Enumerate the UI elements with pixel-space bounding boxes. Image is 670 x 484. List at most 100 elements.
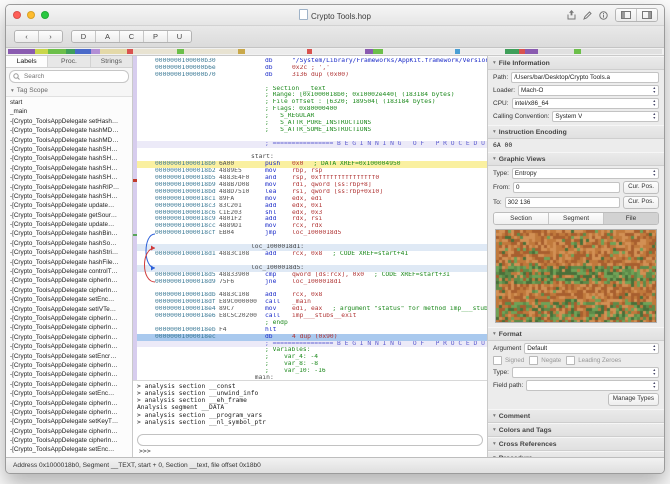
comment-header[interactable]: ▾ Comment	[488, 409, 664, 423]
disasm-line[interactable]: 00000001000018c383C201addedx, 0x1	[133, 203, 487, 210]
cpu-select[interactable]: intel/x86_64▲▼	[512, 98, 659, 109]
label-item[interactable]: -[Crypto_ToolsAppDelegate cipherIn…	[6, 361, 132, 370]
scope-segment-button[interactable]: Segment	[549, 213, 604, 224]
disasm-line[interactable]: loc_1000018d1:	[133, 244, 487, 251]
file-map-segment[interactable]	[574, 49, 581, 54]
file-map-segment[interactable]	[460, 49, 505, 54]
field-path-select[interactable]: ▲▼	[526, 380, 659, 391]
label-item[interactable]: -[Crypto_ToolsAppDelegate hashSH…	[6, 154, 132, 163]
disasm-line[interactable]: ; Range: [0x1000018b0; 0x10002e440[ (183…	[133, 92, 487, 99]
disasm-line[interactable]: start:	[133, 154, 487, 161]
zoom-window-button[interactable]	[41, 11, 49, 19]
file-map-segment[interactable]	[91, 49, 100, 54]
disasm-line[interactable]: ; endp	[133, 320, 487, 327]
disasm-line[interactable]: 0000000100000b6edb0x2c ; ','	[133, 65, 487, 72]
file-map-segment[interactable]	[365, 49, 372, 54]
disasm-line[interactable]: 00000001000018c6C1E203shledx, 0x3	[133, 210, 487, 217]
label-item[interactable]: -[Crypto_ToolsAppDelegate cipherIn…	[6, 380, 132, 389]
label-item[interactable]: -[Crypto_ToolsAppDelegate setEncr…	[6, 352, 132, 361]
disasm-line[interactable]: 00000001000018b24889E5movrbp, rsp	[133, 168, 487, 175]
disasm-line[interactable]: ; File offset : [6320; 189504[ (183184 b…	[133, 99, 487, 106]
label-item[interactable]: -[Crypto_ToolsAppDelegate cipherIn…	[6, 408, 132, 417]
disasm-line[interactable]: 00000001000018d14883C108addrcx, 0x8; COD…	[133, 251, 487, 258]
file-information-header[interactable]: ▾ File Information	[488, 56, 664, 70]
tab-procedures[interactable]: Proc.	[48, 56, 90, 67]
label-item[interactable]: -[Crypto_ToolsAppDelegate hashSH…	[6, 145, 132, 154]
label-item[interactable]: -[Crypto_ToolsAppDelegate getSour…	[6, 211, 132, 220]
format-type-select[interactable]: ▲▼	[512, 367, 659, 378]
transform-undefine-button[interactable]: U	[168, 31, 191, 42]
tag-scope-control[interactable]: ▾ Tag Scope	[6, 85, 132, 97]
calling-convention-select[interactable]: System V▲▼	[552, 111, 659, 122]
disasm-line[interactable]: _main:	[133, 375, 487, 380]
label-item[interactable]: -[Crypto_ToolsAppDelegate cipherIn…	[6, 370, 132, 379]
file-map-segment[interactable]	[66, 49, 75, 54]
label-item[interactable]: -[Crypto_ToolsAppDelegate cipherIn…	[6, 399, 132, 408]
disasm-line[interactable]: ; S_REGULAR	[133, 113, 487, 120]
disasm-line[interactable]: 00000001000018ebF4hlt	[133, 327, 487, 334]
label-item[interactable]: -[Crypto_ToolsAppDelegate setIVTe…	[6, 305, 132, 314]
file-map-segment[interactable]	[525, 49, 538, 54]
back-button[interactable]: ‹	[15, 31, 39, 42]
file-map-segment[interactable]	[8, 49, 35, 54]
argument-select[interactable]: Default▲▼	[524, 343, 659, 354]
disasm-line[interactable]: 00000001000018cc4889D1movrcx, rdx	[133, 223, 487, 230]
annotate-icon[interactable]	[583, 11, 592, 20]
file-map-segment[interactable]	[75, 49, 91, 54]
disasm-line[interactable]: 00000001000018ecdb4 dup (0x90)	[133, 334, 487, 341]
transform-ascii-button[interactable]: A	[96, 31, 120, 42]
colors-tags-header[interactable]: ▾ Colors and Tags	[488, 423, 664, 437]
label-item[interactable]: -[Crypto_ToolsAppDelegate cipherIn…	[6, 286, 132, 295]
file-map-segment[interactable]	[133, 49, 178, 54]
label-item[interactable]: start	[6, 98, 132, 107]
label-item[interactable]: -[Crypto_ToolsAppDelegate hashBin…	[6, 229, 132, 238]
file-map-strip[interactable]	[6, 48, 664, 56]
disasm-line[interactable]: ; var_10: -16	[133, 368, 487, 375]
cross-references-header[interactable]: ▾ Cross References	[488, 437, 664, 451]
label-item[interactable]: -[Crypto_ToolsAppDelegate hashFile…	[6, 258, 132, 267]
scope-section-button[interactable]: Section	[494, 213, 549, 224]
disasm-line[interactable]	[133, 237, 487, 244]
leading-zeroes-checkbox[interactable]	[566, 356, 575, 365]
label-item[interactable]: -[Crypto_ToolsAppDelegate update…	[6, 201, 132, 210]
disasm-line[interactable]: 00000001000018bd488D7510learsi, qword [s…	[133, 189, 487, 196]
disasm-line[interactable]	[133, 148, 487, 155]
disasm-line[interactable]: ; Section __text	[133, 86, 487, 93]
disasm-line[interactable]: 00000001000018e6E8C5C20200callimp___stub…	[133, 313, 487, 320]
disasm-line[interactable]: 00000001000018d975F6jneloc_1000018d1	[133, 279, 487, 286]
signed-checkbox[interactable]	[493, 356, 502, 365]
tab-labels[interactable]: Labels	[6, 56, 48, 67]
disasm-line[interactable]: ; S_ATTR_PURE_INSTRUCTIONS	[133, 120, 487, 127]
file-map-segment[interactable]	[505, 49, 518, 54]
label-item[interactable]: -[Crypto_ToolsAppDelegate hashSH…	[6, 164, 132, 173]
disasm-line[interactable]: 00000001000018d548833900cmpqword [ds:rcx…	[133, 272, 487, 279]
disasm-line[interactable]: 00000001000018db4883C108addrcx, 0x8	[133, 292, 487, 299]
label-item[interactable]: -[Crypto_ToolsAppDelegate controlT…	[6, 267, 132, 276]
disasm-line[interactable]: 00000001000018e489C7movedi, eax; argumen…	[133, 306, 487, 313]
disasm-line[interactable]: 0000000100000b30db"/System/Library/Frame…	[133, 58, 487, 65]
label-item[interactable]: -[Crypto_ToolsAppDelegate setEnc…	[6, 295, 132, 304]
transform-procedure-button[interactable]: P	[144, 31, 168, 42]
transform-data-button[interactable]: D	[72, 31, 96, 42]
disasm-line[interactable]	[133, 285, 487, 292]
loader-select[interactable]: Mach-O▲▼	[518, 85, 659, 96]
label-item[interactable]: -[Crypto_ToolsAppDelegate cipherIn…	[6, 342, 132, 351]
label-item[interactable]: -[Crypto_ToolsAppDelegate cipherIn…	[6, 323, 132, 332]
label-item[interactable]: -[Crypto_ToolsAppDelegate hashRIP…	[6, 183, 132, 192]
format-header[interactable]: ▾ Format	[488, 327, 664, 341]
file-map-segment[interactable]	[184, 49, 238, 54]
disasm-line[interactable]: 00000001000018c94801F2addrdx, rsi	[133, 216, 487, 223]
tab-strings[interactable]: Strings	[91, 56, 132, 67]
scope-file-button[interactable]: File	[604, 213, 658, 224]
disasm-line[interactable]: 00000001000018cfEB04jmploc_1000018d5	[133, 230, 487, 237]
search-input[interactable]	[22, 72, 125, 81]
disasm-line[interactable]: ; ================ B E G I N N I N G O F…	[133, 341, 487, 348]
disasm-line[interactable]	[133, 79, 487, 86]
disasm-line[interactable]: 00000001000018b9488B7D08movrdi, qword [s…	[133, 182, 487, 189]
file-map-segment[interactable]	[312, 49, 366, 54]
label-item[interactable]: -[Crypto_ToolsAppDelegate hashMD…	[6, 136, 132, 145]
label-item[interactable]: -[Crypto_ToolsAppDelegate setEnc…	[6, 445, 132, 454]
label-item[interactable]: -[Crypto_ToolsAppDelegate cipherIn…	[6, 427, 132, 436]
label-item[interactable]: -[Crypto_ToolsAppDelegate cipherIn…	[6, 314, 132, 323]
file-map-segment[interactable]	[100, 49, 127, 54]
